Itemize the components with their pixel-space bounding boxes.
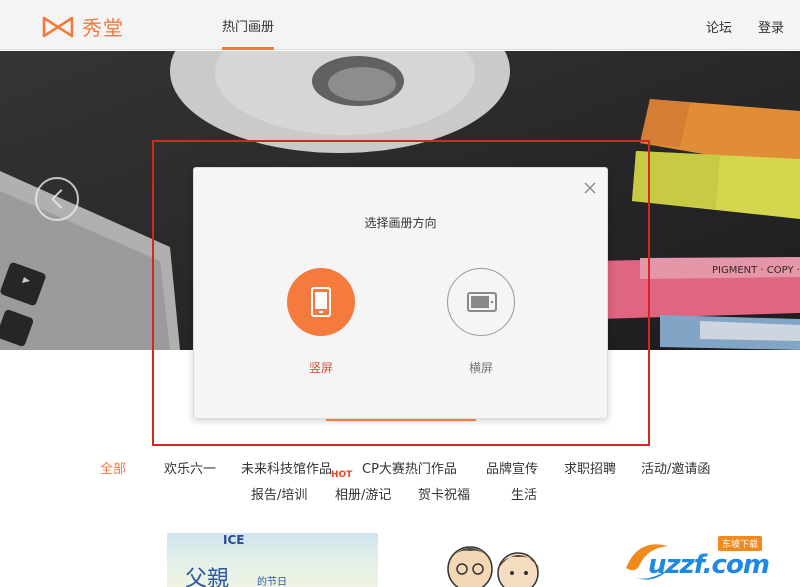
thumbnail-top-text: ICE: [223, 533, 245, 547]
cartoon-thumbnail[interactable]: [432, 535, 592, 587]
category-brand[interactable]: 品牌宣传: [486, 458, 538, 477]
watermark-badge: 东坡下载: [718, 536, 763, 551]
top-header: 秀堂 热门画册 论坛 登录: [0, 0, 800, 50]
annotation-highlight-box: [152, 140, 650, 446]
category-children-day[interactable]: 欢乐六一: [164, 458, 216, 477]
nav-forum[interactable]: 论坛: [706, 17, 732, 36]
page: 秀堂 热门画册 论坛 登录 PIGMENT · COPY · 选择画册方向 竖屏…: [0, 0, 800, 587]
bow-logo-icon: [42, 16, 74, 37]
site-logo[interactable]: 秀堂: [42, 12, 124, 41]
category-all[interactable]: 全部: [100, 458, 126, 477]
logo-text: 秀堂: [82, 16, 124, 40]
nav-login[interactable]: 登录: [758, 17, 784, 36]
thumbnail-title: 父親: [185, 567, 230, 587]
nav-hot-albums[interactable]: 热门画册: [222, 16, 274, 35]
category-jobs[interactable]: 求职招聘: [564, 458, 616, 477]
category-future-tech[interactable]: 未来科技馆作品: [241, 458, 332, 477]
thumbnail-subtitle: 的节日: [257, 577, 287, 587]
category-events[interactable]: 活动/邀请函: [641, 458, 710, 477]
album-thumbnail[interactable]: ICE 父親 的节日: [167, 533, 378, 587]
category-cards[interactable]: 贺卡祝福: [418, 484, 470, 503]
category-reports[interactable]: 报告/培训: [251, 484, 307, 503]
category-albums[interactable]: 相册/游记: [335, 484, 391, 503]
category-cp-contest[interactable]: CP大赛热门作品: [362, 458, 457, 477]
category-life[interactable]: 生活: [511, 484, 537, 503]
watermark-text: uzzf.com: [648, 550, 770, 580]
site-watermark: 东坡下载 uzzf.com: [618, 528, 800, 587]
nav-active-indicator: [222, 47, 274, 50]
hot-badge: HOT: [331, 470, 353, 480]
